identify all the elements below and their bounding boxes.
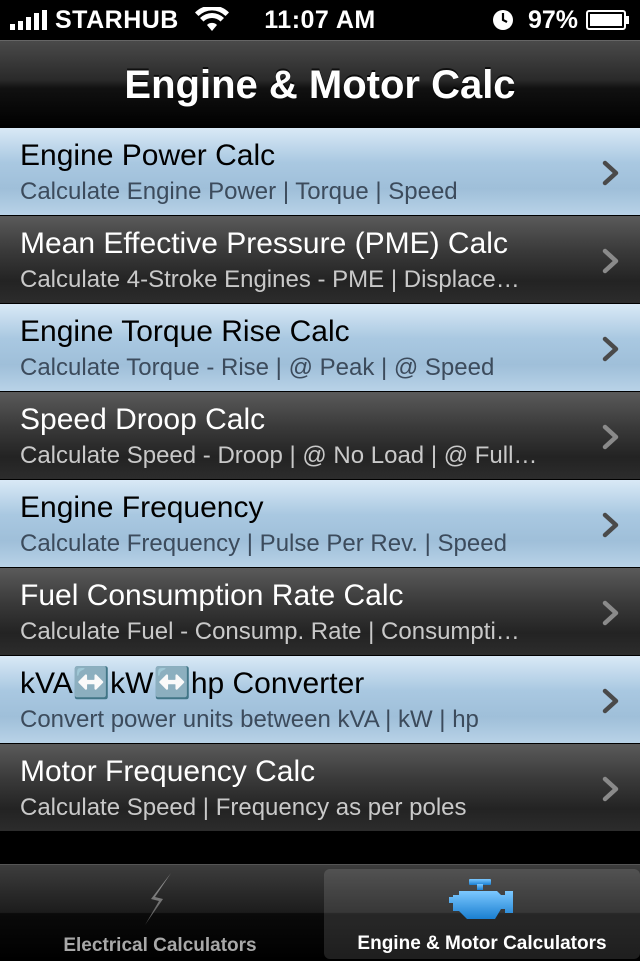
status-bar: STARHUB 11:07 AM 97% bbox=[0, 0, 640, 40]
list-item-mean-effective-pressure-calc[interactable]: Mean Effective Pressure (PME) Calc Calcu… bbox=[0, 216, 640, 304]
list-item-speed-droop-calc[interactable]: Speed Droop Calc Calculate Speed - Droop… bbox=[0, 392, 640, 480]
list-item-title: kVA↔️kW↔️hp Converter bbox=[20, 667, 365, 700]
list-item-title: Speed Droop Calc bbox=[20, 403, 266, 436]
list-item-engine-power-calc[interactable]: Engine Power Calc Calculate Engine Power… bbox=[0, 128, 640, 216]
tab-bar: Electrical Calculators Engine & Motor Ca… bbox=[0, 864, 640, 960]
list-item-kva-kw-hp-converter[interactable]: kVA↔️kW↔️hp Converter Convert power unit… bbox=[0, 656, 640, 744]
chevron-right-icon bbox=[602, 160, 619, 186]
tab-label: Engine & Motor Calculators bbox=[357, 933, 607, 954]
chevron-right-icon bbox=[602, 512, 619, 538]
list-item-subtitle: Calculate Fuel - Consump. Rate | Consump… bbox=[20, 618, 520, 645]
list-item-subtitle: Calculate Speed - Droop | @ No Load | @ … bbox=[20, 442, 538, 469]
list-item-subtitle: Calculate Frequency | Pulse Per Rev. | S… bbox=[20, 530, 507, 557]
chevron-right-icon bbox=[602, 248, 619, 274]
list-item-motor-frequency-calc[interactable]: Motor Frequency Calc Calculate Speed | F… bbox=[0, 744, 640, 832]
list-item-subtitle: Convert power units between kVA | kW | h… bbox=[20, 706, 479, 733]
page-title: Engine & Motor Calc bbox=[124, 63, 516, 107]
tab-label: Electrical Calculators bbox=[63, 935, 257, 956]
list-item-title: Engine Power Calc bbox=[20, 139, 276, 172]
clock-icon bbox=[492, 10, 513, 30]
engine-icon bbox=[449, 879, 513, 919]
calculator-list: Engine Power Calc Calculate Engine Power… bbox=[0, 128, 640, 864]
list-item-title: Engine Frequency bbox=[20, 491, 264, 524]
list-item-title: Engine Torque Rise Calc bbox=[20, 315, 350, 348]
list-item-fuel-consumption-rate-calc[interactable]: Fuel Consumption Rate Calc Calculate Fue… bbox=[0, 568, 640, 656]
list-item-subtitle: Calculate Torque - Rise | @ Peak | @ Spe… bbox=[20, 354, 495, 381]
list-item-subtitle: Calculate Engine Power | Torque | Speed bbox=[20, 178, 458, 205]
chevron-right-icon bbox=[602, 688, 619, 714]
battery-icon bbox=[586, 10, 629, 30]
tab-electrical-calculators[interactable]: Electrical Calculators bbox=[2, 865, 318, 961]
battery-percentage: 97% bbox=[527, 5, 578, 34]
tab-engine-motor-calculators[interactable]: Engine & Motor Calculators bbox=[324, 869, 640, 959]
chevron-right-icon bbox=[602, 424, 619, 450]
chevron-right-icon bbox=[602, 600, 619, 626]
lightning-bolt-icon bbox=[145, 873, 171, 925]
navigation-bar: Engine & Motor Calc bbox=[0, 40, 640, 128]
chevron-right-icon bbox=[602, 776, 619, 802]
list-item-subtitle: Calculate 4-Stroke Engines - PME | Displ… bbox=[20, 266, 520, 293]
status-right: 97% bbox=[492, 4, 630, 36]
chevron-right-icon bbox=[602, 336, 619, 362]
list-item-title: Fuel Consumption Rate Calc bbox=[20, 579, 404, 612]
list-item-title: Mean Effective Pressure (PME) Calc bbox=[20, 227, 508, 260]
list-item-title: Motor Frequency Calc bbox=[20, 755, 316, 788]
list-item-subtitle: Calculate Speed | Frequency as per poles bbox=[20, 794, 467, 821]
list-item-engine-frequency[interactable]: Engine Frequency Calculate Frequency | P… bbox=[0, 480, 640, 568]
list-item-engine-torque-rise-calc[interactable]: Engine Torque Rise Calc Calculate Torque… bbox=[0, 304, 640, 392]
